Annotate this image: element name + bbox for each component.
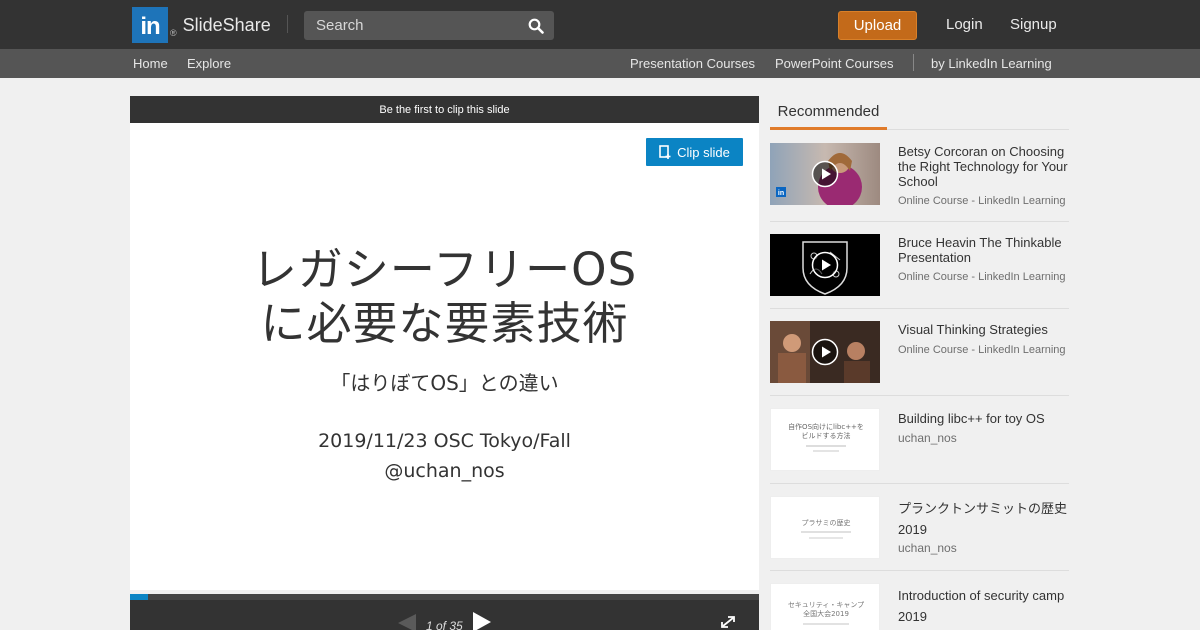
recommended-item[interactable]: Bruce Heavin The Thinkable Presentation … [770,221,1069,309]
recommended-item[interactable]: 自作OS向けにlibc++を ビルドする方法 Building libc++ f… [770,395,1069,484]
nav-home[interactable]: Home [133,56,168,71]
thumbnail-text: セキュリティ・キャンプ 全国大会2019 [787,601,865,618]
recommended-item[interactable]: セキュリティ・キャンプ 全国大会2019 Introduction of sec… [770,570,1069,630]
thumbnail-line [809,537,843,539]
player-controls: 1 of 35 [130,600,759,630]
tab-recommended[interactable]: Recommended [770,96,887,130]
svg-text:in: in [778,190,784,197]
thumbnail-line [813,450,839,452]
search-icon[interactable] [528,18,544,34]
recommended-item[interactable]: プラサミの歴史 プランクトンサミットの歴史 2019 uchan_nos [770,483,1069,571]
recommended-subtitle: Online Course - LinkedIn Learning [898,271,1066,283]
recommended-item[interactable]: Visual Thinking Strategies Online Course… [770,308,1069,396]
slide-title-line2: に必要な要素技術 [260,297,629,350]
recommended-title[interactable]: Introduction of security camp 2019 [898,585,1070,627]
clip-banner: Be the first to clip this slide [130,96,759,123]
linkedin-logo-icon: in [132,7,168,43]
brand-name: SlideShare [182,14,271,35]
slide-thumbnail[interactable]: セキュリティ・キャンプ 全国大会2019 [770,583,880,630]
search-box [304,11,554,40]
fullscreen-icon[interactable] [720,615,736,629]
login-link[interactable]: Login [946,16,983,33]
slideshare-logo[interactable]: in ® SlideShare [132,7,271,43]
recommended-subtitle: Online Course - LinkedIn Learning [898,344,1066,356]
thumbnail-line [801,531,851,533]
play-icon [811,160,839,188]
previous-slide-button[interactable] [398,614,416,630]
slide-title-line1: レガシーフリーOS [251,243,638,296]
subnav-divider [913,54,914,71]
slide-player: Be the first to clip this slide Clip sli… [130,96,759,630]
thumbnail-line [806,445,846,447]
recommended-author[interactable]: uchan_nos [898,541,957,555]
nav-powerpoint-courses[interactable]: PowerPoint Courses [775,56,894,71]
slide-meta: 2019/11/23 OSC Tokyo/Fall @uchan_nos [130,426,759,486]
recommended-item[interactable]: in Betsy Corcoran on Choosing the Right … [770,130,1069,222]
play-icon [811,251,839,279]
video-thumbnail[interactable]: in [770,143,880,205]
upload-button[interactable]: Upload [838,11,917,40]
thumbnail-text: 自作OS向けにlibc++を ビルドする方法 [788,423,864,440]
registered-mark: ® [170,28,177,38]
thumbnail-text: プラサミの歴史 [801,519,851,527]
play-icon [811,338,839,366]
recommended-title[interactable]: Visual Thinking Strategies [898,322,1073,337]
video-thumbnail[interactable] [770,234,880,296]
slide-subtitle: 「はりぼてOS」との違い [330,371,559,395]
clip-icon [659,145,671,159]
page-indicator: 1 of 35 [426,619,463,630]
thumbnail-line [803,623,849,625]
video-thumbnail[interactable] [770,321,880,383]
slide-thumbnail[interactable]: 自作OS向けにlibc++を ビルドする方法 [770,408,880,471]
clip-slide-label: Clip slide [677,144,730,160]
recommended-title[interactable]: Building libc++ for toy OS [898,411,1073,426]
recommended-title[interactable]: Betsy Corcoran on Choosing the Right Tec… [898,144,1073,189]
slide-author: @uchan_nos [384,460,505,482]
clip-slide-button[interactable]: Clip slide [646,138,743,166]
sub-nav: Home Explore Presentation Courses PowerP… [0,49,1200,78]
recommended-author[interactable]: uchan_nos [898,431,957,445]
recommended-title[interactable]: プランクトンサミットの歴史 2019 [898,498,1070,540]
slide-title: レガシーフリーOS に必要な要素技術 [130,243,759,351]
slide-event: 2019/11/23 OSC Tokyo/Fall [318,430,571,452]
next-slide-button[interactable] [473,612,491,630]
top-bar: in ® SlideShare Upload Login Signup [0,0,1200,49]
search-input[interactable] [304,11,524,40]
nav-presentation-courses[interactable]: Presentation Courses [630,56,755,71]
recommended-title[interactable]: Bruce Heavin The Thinkable Presentation [898,235,1073,265]
recommended-subtitle: Online Course - LinkedIn Learning [898,195,1066,207]
signup-link[interactable]: Signup [1010,16,1057,33]
slide-view[interactable]: Clip slide レガシーフリーOS に必要な要素技術 「はりぼてOS」との… [130,123,759,590]
nav-explore[interactable]: Explore [187,56,231,71]
slide-thumbnail[interactable]: プラサミの歴史 [770,496,880,559]
header-divider [287,15,288,33]
nav-linkedin-learning[interactable]: by LinkedIn Learning [931,56,1052,71]
